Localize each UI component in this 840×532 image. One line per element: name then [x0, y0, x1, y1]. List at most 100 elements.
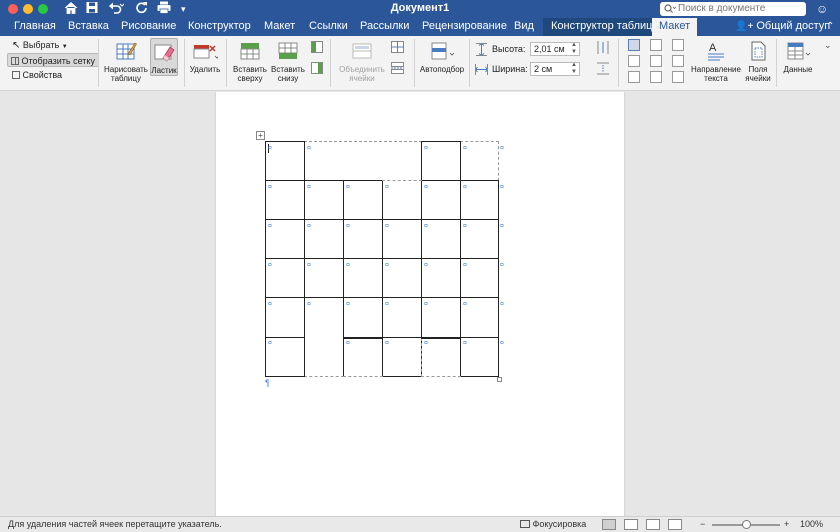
- ribbon-separator: [330, 39, 331, 87]
- column-width-icon: [474, 64, 489, 78]
- gridline: [304, 141, 422, 142]
- tab-draw[interactable]: Рисование: [121, 18, 176, 36]
- draft-view-button[interactable]: [668, 519, 682, 530]
- tab-table-layout[interactable]: Макет: [652, 18, 698, 36]
- table-cell[interactable]: [304, 297, 344, 377]
- tab-table-design[interactable]: Конструктор таблиц: [543, 18, 661, 36]
- show-gridlines-label: Отобразить сетку: [21, 56, 95, 66]
- split-table-button[interactable]: [390, 62, 404, 76]
- end-of-cell-mark-icon: ¤: [424, 301, 428, 308]
- cell-margins-label-2: ячейки: [745, 74, 771, 83]
- tab-insert[interactable]: Вставка: [68, 18, 109, 36]
- table-move-handle-icon[interactable]: +: [256, 131, 265, 140]
- delete-label: Удалить: [189, 65, 221, 74]
- draw-table-button[interactable]: Нарисовать таблицу: [104, 40, 148, 83]
- autofit-icon: [431, 42, 455, 60]
- insert-above-label-1: Вставить: [233, 65, 267, 74]
- chevron-down-icon: ▼: [61, 44, 68, 50]
- align-middle-center-button[interactable]: [650, 55, 662, 67]
- insert-right-button[interactable]: [310, 62, 324, 76]
- insert-left-button[interactable]: [310, 41, 324, 55]
- end-of-cell-mark-icon: ¤: [424, 223, 428, 230]
- end-of-cell-mark-icon: ¤: [424, 184, 428, 191]
- stepper-arrows-icon[interactable]: ▲ ▼: [571, 62, 577, 76]
- end-of-cell-mark-icon: ¤: [346, 301, 350, 308]
- split-cells-button[interactable]: [390, 41, 404, 55]
- align-top-right-button[interactable]: [672, 39, 684, 51]
- zoom-level: 100%: [800, 519, 824, 529]
- delete-button[interactable]: Удалить: [188, 40, 222, 74]
- select-button[interactable]: ↖ Выбрать ▼: [12, 38, 68, 52]
- align-top-left-button[interactable]: [628, 39, 640, 51]
- text-direction-button[interactable]: A Направление текста: [690, 40, 742, 83]
- insert-below-button[interactable]: Вставить снизу: [270, 40, 306, 83]
- ribbon-options-chevron-icon[interactable]: ⌄: [824, 40, 832, 51]
- autofit-button[interactable]: Автоподбор: [418, 40, 466, 74]
- outline-view-button[interactable]: [646, 519, 660, 530]
- ribbon-separator: [184, 39, 185, 87]
- align-middle-right-button[interactable]: [672, 55, 684, 67]
- end-of-cell-mark-icon: ¤: [346, 184, 350, 191]
- stepper-arrows-icon[interactable]: ▲ ▼: [571, 42, 577, 56]
- end-of-cell-mark-icon: ¤: [424, 262, 428, 269]
- search-box[interactable]: Поиск в документе: [660, 2, 806, 16]
- share-button[interactable]: 👤+ Общий доступ: [735, 18, 830, 36]
- end-of-cell-mark-icon: ¤: [463, 223, 467, 230]
- tab-mailings[interactable]: Рассылки: [360, 18, 409, 36]
- ribbon-separator: [98, 39, 99, 87]
- align-bottom-right-button[interactable]: [672, 71, 684, 83]
- draw-table-label-2: таблицу: [111, 74, 141, 83]
- gridline: [421, 376, 461, 377]
- collapse-ribbon-icon[interactable]: ⌃: [826, 21, 834, 32]
- cell-margins-button[interactable]: Поля ячейки: [744, 40, 772, 83]
- select-label: Выбрать: [22, 40, 60, 50]
- merge-cells-button[interactable]: Объединить ячейки: [336, 40, 388, 83]
- feedback-smiley-icon[interactable]: ☺: [816, 2, 828, 16]
- distribute-rows-button[interactable]: [596, 62, 610, 76]
- paragraph-mark-icon: ¶: [265, 378, 270, 388]
- ribbon-separator: [618, 39, 619, 87]
- end-of-cell-mark-icon: ¤: [424, 145, 428, 152]
- tab-references[interactable]: Ссылки: [309, 18, 348, 36]
- ribbon-separator: [414, 39, 415, 87]
- show-gridlines-button[interactable]: Отобразить сетку: [7, 53, 99, 67]
- column-width-value: 2 см: [534, 64, 553, 74]
- zoom-in-button[interactable]: +: [784, 517, 789, 532]
- distribute-columns-button[interactable]: [596, 41, 610, 55]
- align-bottom-center-button[interactable]: [650, 71, 662, 83]
- align-top-center-button[interactable]: [650, 39, 662, 51]
- tab-layout[interactable]: Макет: [264, 18, 295, 36]
- end-of-cell-mark-icon: ¤: [307, 145, 311, 152]
- tab-review[interactable]: Рецензирование: [422, 18, 507, 36]
- properties-button[interactable]: Свойства: [12, 68, 62, 82]
- end-of-cell-mark-icon: ¤: [500, 223, 504, 230]
- draw-table-icon: [116, 42, 137, 60]
- ribbon-separator: [226, 39, 227, 87]
- gridline: [343, 338, 383, 339]
- tab-view[interactable]: Вид: [514, 18, 534, 36]
- print-layout-view-button[interactable]: [602, 519, 616, 530]
- zoom-slider-knob[interactable]: [742, 520, 751, 529]
- web-layout-view-button[interactable]: [624, 519, 638, 530]
- table-resize-handle-icon[interactable]: [497, 377, 502, 382]
- column-width-input[interactable]: 2 см ▲ ▼: [530, 62, 580, 76]
- zoom-out-button[interactable]: −: [700, 517, 705, 532]
- add-person-icon: 👤+: [735, 21, 754, 32]
- eraser-button[interactable]: Ластик: [150, 38, 178, 76]
- align-middle-left-button[interactable]: [628, 55, 640, 67]
- tab-home[interactable]: Главная: [14, 18, 56, 36]
- insert-above-button[interactable]: Вставить сверху: [232, 40, 268, 83]
- tab-design[interactable]: Конструктор: [188, 18, 251, 36]
- share-label: Общий доступ: [756, 20, 831, 32]
- align-bottom-left-button[interactable]: [628, 71, 640, 83]
- end-of-cell-mark-icon: ¤: [385, 223, 389, 230]
- end-of-cell-mark-icon: ¤: [463, 145, 467, 152]
- data-button[interactable]: Данные: [780, 40, 816, 74]
- width-label: Ширина:: [492, 64, 528, 74]
- row-height-input[interactable]: 2,01 см ▲ ▼: [530, 42, 580, 56]
- focus-mode-button[interactable]: Фокусировка: [520, 517, 586, 532]
- end-of-cell-mark-icon: ¤: [307, 184, 311, 191]
- focus-label: Фокусировка: [532, 519, 587, 529]
- height-label: Высота:: [492, 44, 526, 54]
- insert-row-above-icon: [240, 43, 260, 60]
